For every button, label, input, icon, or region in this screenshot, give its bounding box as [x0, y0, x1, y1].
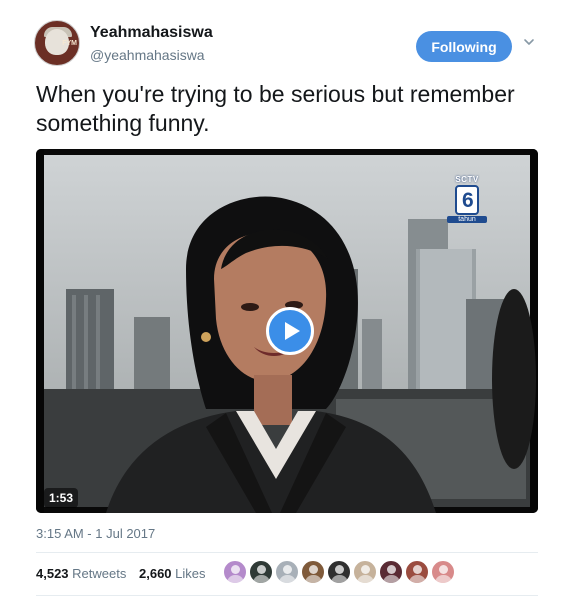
liker-avatar-body-shape	[357, 575, 374, 583]
liker-avatar-head-shape	[309, 565, 318, 574]
liker-avatar-head-shape	[387, 565, 396, 574]
avatar-tag-text: FYM	[62, 40, 77, 47]
likes-label: Likes	[175, 566, 206, 581]
divider	[36, 552, 538, 553]
following-button[interactable]: Following	[416, 31, 512, 62]
user-handle[interactable]: @yeahmahasiswa	[90, 47, 205, 63]
retweets-label: Retweets	[72, 566, 127, 581]
play-button[interactable]	[266, 307, 314, 355]
liker-avatar[interactable]	[405, 560, 429, 584]
liker-avatar-head-shape	[361, 565, 370, 574]
tweet-stats: 4,523 Retweets 2,660 Likes	[36, 566, 215, 581]
liker-avatar-body-shape	[279, 575, 296, 583]
tweet-timestamp[interactable]: 3:15 AM - 1 Jul 2017	[36, 526, 155, 541]
liker-avatar[interactable]	[379, 560, 403, 584]
liker-avatar-body-shape	[227, 575, 244, 583]
liker-avatar-body-shape	[383, 575, 400, 583]
liker-avatars	[223, 560, 457, 588]
tweet-text: When you're trying to be serious but rem…	[36, 81, 515, 136]
liker-avatar-body-shape	[331, 575, 348, 583]
avatar[interactable]: FYM	[34, 20, 80, 66]
retweets-stat[interactable]: 4,523 Retweets	[36, 566, 130, 581]
tweet-header: FYM Yeahmahasiswa @yeahmahasiswa Followi…	[34, 20, 554, 76]
channel-logo-top-text: SCTV	[455, 175, 479, 184]
liker-avatar[interactable]	[327, 560, 351, 584]
liker-avatar-head-shape	[257, 565, 266, 574]
liker-avatar[interactable]	[301, 560, 325, 584]
liker-avatar[interactable]	[249, 560, 273, 584]
tweet-card: FYM Yeahmahasiswa @yeahmahasiswa Followi…	[0, 0, 573, 601]
liker-avatar[interactable]	[431, 560, 455, 584]
liker-avatar-body-shape	[435, 575, 452, 583]
video-player[interactable]: SCTV tahun 1:53	[36, 149, 538, 513]
channel-six-icon	[455, 185, 479, 215]
likes-stat[interactable]: 2,660 Likes	[139, 566, 206, 581]
divider	[36, 595, 538, 596]
channel-logo-bottom-text: tahun	[447, 216, 487, 223]
video-duration: 1:53	[44, 488, 79, 508]
liker-avatar-body-shape	[253, 575, 270, 583]
liker-avatar[interactable]	[275, 560, 299, 584]
likes-count: 2,660	[139, 566, 172, 581]
liker-avatar[interactable]	[223, 560, 247, 584]
channel-logo: SCTV tahun	[447, 175, 487, 237]
liker-avatar-head-shape	[283, 565, 292, 574]
liker-avatar-head-shape	[439, 565, 448, 574]
liker-avatar-head-shape	[335, 565, 344, 574]
retweets-count: 4,523	[36, 566, 69, 581]
liker-avatar-body-shape	[409, 575, 426, 583]
display-name[interactable]: Yeahmahasiswa	[90, 24, 213, 42]
liker-avatar[interactable]	[353, 560, 377, 584]
play-icon	[285, 322, 300, 340]
liker-avatar-head-shape	[231, 565, 240, 574]
chevron-down-icon[interactable]	[522, 35, 536, 49]
liker-avatar-head-shape	[413, 565, 422, 574]
liker-avatar-body-shape	[305, 575, 322, 583]
